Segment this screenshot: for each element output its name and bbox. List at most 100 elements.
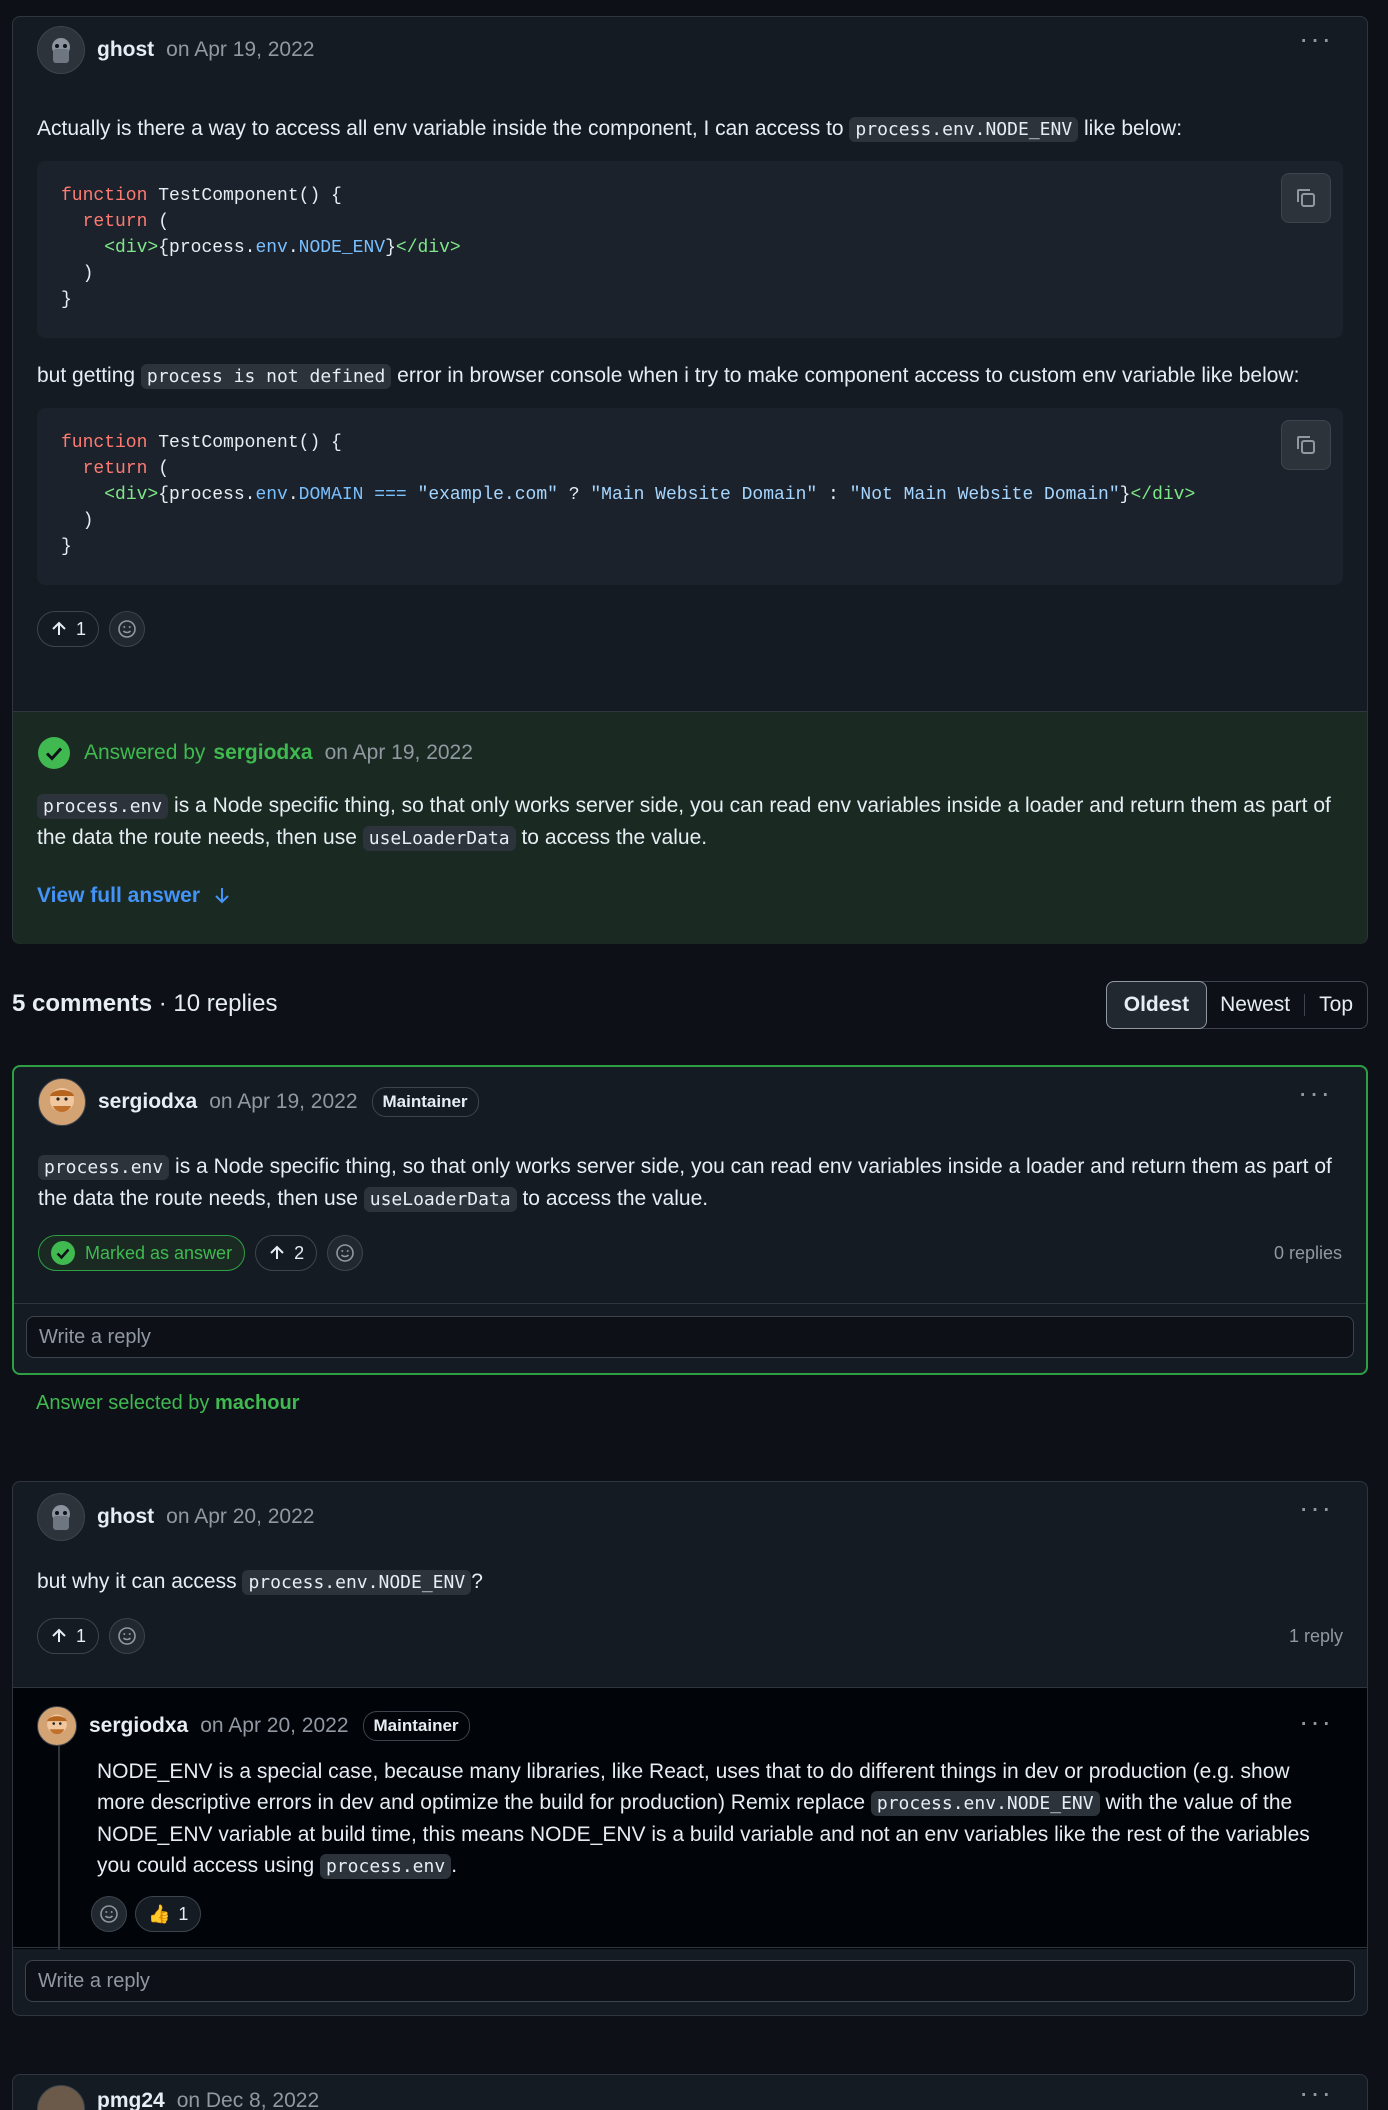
check-circle-icon — [38, 737, 70, 769]
check-circle-icon — [51, 1241, 75, 1265]
smiley-icon — [100, 1905, 118, 1923]
text-segment: but why it can access — [37, 1570, 243, 1593]
text-segment: error in browser console when i try to m… — [391, 364, 1300, 387]
copy-icon — [1297, 189, 1315, 207]
question-reactions: 1 — [13, 609, 1367, 649]
code-token: TestComponent() { — [147, 433, 342, 453]
code-token: === — [374, 485, 407, 505]
answer-selected-note: Answer selected by machour — [36, 1388, 299, 1418]
answer-date[interactable]: on Apr 19, 2022 — [325, 737, 473, 769]
reply-date[interactable]: on Apr 20, 2022 — [200, 1710, 348, 1742]
author-name[interactable]: ghost — [97, 1501, 154, 1533]
code-token: env — [255, 485, 288, 505]
author-name[interactable]: sergiodxa — [98, 1086, 197, 1118]
code-token: ? — [557, 485, 591, 505]
add-reaction-button[interactable] — [109, 611, 146, 647]
avatar[interactable] — [37, 2085, 85, 2110]
code-token: . — [287, 485, 299, 505]
code-token: env — [255, 238, 288, 258]
answered-header: Answered by sergiodxa on Apr 19, 2022 — [13, 712, 1367, 770]
more-options-icon[interactable]: ··· — [1299, 1494, 1333, 1522]
more-options-icon[interactable]: ··· — [1299, 1708, 1333, 1736]
comment-date[interactable]: on Apr 20, 2022 — [166, 1501, 314, 1533]
code-token: return — [61, 459, 148, 479]
code-block-2: function TestComponent() { return ( <div… — [37, 408, 1343, 585]
comment-reactions: Marked as answer 2 0 replies — [14, 1233, 1366, 1273]
author-name[interactable]: sergiodxa — [89, 1710, 188, 1742]
answerer-name[interactable]: sergiodxa — [213, 737, 312, 769]
sort-oldest[interactable]: Oldest — [1105, 981, 1208, 1029]
text-segment: to access the value. — [516, 1187, 709, 1210]
code-token: function — [61, 186, 148, 206]
code-token: ) — [61, 511, 94, 531]
answer-excerpt: process.env is a Node specific thing, so… — [13, 790, 1367, 854]
marked-as-answer-badge[interactable]: Marked as answer — [38, 1235, 246, 1271]
person-avatar-icon — [47, 1714, 67, 1735]
code-token: . — [287, 238, 299, 258]
code-token: } — [1119, 485, 1131, 505]
reply-count: 1 reply — [1288, 1625, 1343, 1646]
sort-top[interactable]: Top — [1305, 982, 1367, 1028]
smiley-icon — [118, 620, 136, 638]
author-name[interactable]: pmg24 — [97, 2085, 165, 2110]
inline-code: process.env.NODE_ENV — [870, 1791, 1100, 1816]
maintainer-badge: Maintainer — [362, 1711, 470, 1741]
comments-total: 5 comments — [12, 990, 153, 1017]
avatar[interactable] — [37, 1493, 85, 1541]
code-token: "example.com" — [417, 485, 558, 505]
code-token: </div> — [395, 238, 461, 258]
thumbs-up-reaction[interactable]: 👍 1 — [135, 1896, 202, 1932]
upvote-button[interactable]: 1 — [37, 611, 100, 647]
post-date[interactable]: on Apr 19, 2022 — [166, 34, 314, 66]
selector-name[interactable]: machour — [215, 1392, 299, 1414]
avatar[interactable] — [38, 1078, 86, 1126]
copy-button[interactable] — [1281, 420, 1331, 470]
more-options-icon[interactable]: ··· — [1299, 2079, 1333, 2107]
add-reaction-button[interactable] — [327, 1235, 364, 1271]
author-name[interactable]: ghost — [97, 34, 154, 66]
separator: · — [152, 990, 174, 1017]
smiley-icon — [118, 1627, 136, 1645]
inline-code: useLoaderData — [363, 1187, 517, 1212]
reply-input[interactable]: Write a reply — [25, 1960, 1355, 2002]
upvote-button[interactable]: 1 — [37, 1618, 100, 1654]
sort-newest[interactable]: Newest — [1206, 982, 1304, 1028]
avatar[interactable] — [37, 1706, 77, 1746]
thumbs-up-icon: 👍 — [148, 1903, 171, 1924]
reply-area: Write a reply — [14, 1303, 1366, 1373]
code-token: ) — [61, 264, 94, 284]
question-card: ghost on Apr 19, 2022 ··· Actually is th… — [12, 16, 1368, 944]
code-token: <div> — [104, 238, 159, 258]
code-token: {process. — [158, 238, 256, 258]
inline-code: process.env — [319, 1854, 452, 1879]
code-token: DOMAIN — [298, 485, 364, 505]
reply-input[interactable]: Write a reply — [26, 1316, 1354, 1358]
more-options-icon[interactable]: ··· — [1298, 1079, 1332, 1107]
code-token: "Not Main Website Domain" — [849, 485, 1120, 505]
person-avatar-icon — [50, 1088, 74, 1112]
add-reaction-button[interactable] — [91, 1896, 127, 1932]
code-token: return — [61, 212, 148, 232]
comment-date[interactable]: on Dec 8, 2022 — [177, 2085, 319, 2110]
code-token: ( — [147, 212, 170, 232]
code-token: } — [61, 537, 72, 557]
reply-thread: sergiodxa on Apr 20, 2022 Maintainer ···… — [13, 1687, 1367, 1950]
copy-button[interactable] — [1281, 173, 1331, 223]
text-segment: but getting — [37, 364, 141, 387]
upvote-count: 2 — [294, 1242, 305, 1263]
code-token: NODE_ENV — [298, 238, 386, 258]
more-options-icon[interactable]: ··· — [1299, 25, 1333, 53]
code-token: ( — [147, 459, 170, 479]
reply-header: sergiodxa on Apr 20, 2022 Maintainer ··· — [13, 1688, 1367, 1764]
question-text-2: but getting process is not defined error… — [13, 360, 1367, 392]
comment-date[interactable]: on Apr 19, 2022 — [209, 1086, 357, 1118]
avatar[interactable] — [37, 26, 85, 74]
code-token: : — [817, 485, 850, 505]
comment-answer: sergiodxa on Apr 19, 2022 Maintainer ···… — [12, 1065, 1368, 1375]
smiley-icon — [336, 1244, 354, 1262]
upvote-button[interactable]: 2 — [255, 1235, 318, 1271]
add-reaction-button[interactable] — [109, 1618, 146, 1654]
view-full-answer-label[interactable]: View full answer — [37, 884, 200, 907]
view-full-answer-link[interactable]: View full answer — [13, 880, 1367, 912]
